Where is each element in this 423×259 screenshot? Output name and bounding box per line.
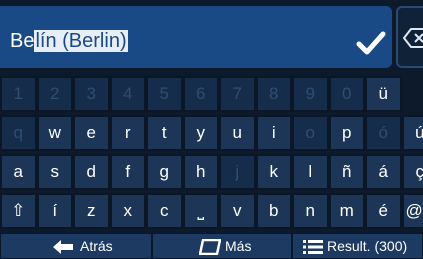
key-f[interactable]: f <box>109 154 146 190</box>
search-input-text: Belín (Berlin) <box>10 28 128 54</box>
key-w[interactable]: w <box>36 115 73 151</box>
confirm-check-icon[interactable] <box>356 30 386 56</box>
key-k[interactable]: k <box>255 154 292 190</box>
key-í[interactable]: í <box>36 193 73 229</box>
key-8: 8 <box>255 76 292 112</box>
key-t[interactable]: t <box>146 115 183 151</box>
key-2: 2 <box>36 76 73 112</box>
key-@&[interactable]: @& <box>401 193 423 229</box>
results-button[interactable]: Result. (300) <box>292 233 423 259</box>
search-autocomplete-suggestion: lín (Berlin) <box>34 30 128 52</box>
key-4: 4 <box>109 76 146 112</box>
key-7: 7 <box>219 76 256 112</box>
key-l[interactable]: l <box>292 154 329 190</box>
bottom-bar: Atrás Más Result. (300) <box>0 233 423 259</box>
key-ñ[interactable]: ñ <box>328 154 365 190</box>
search-input[interactable]: Belín (Berlin) <box>0 6 392 68</box>
shift-key[interactable]: ⇧ <box>0 193 37 229</box>
key-0: 0 <box>328 76 365 112</box>
key-d[interactable]: d <box>73 154 110 190</box>
key-a[interactable]: a <box>0 154 37 190</box>
key-q: q <box>0 115 37 151</box>
back-button[interactable]: Atrás <box>0 233 152 259</box>
key-c[interactable]: c <box>146 193 183 229</box>
key-5: 5 <box>146 76 183 112</box>
key-u[interactable]: u <box>219 115 256 151</box>
key-o: o <box>292 115 329 151</box>
more-shape-icon <box>199 239 221 255</box>
key-b[interactable]: b <box>255 193 292 229</box>
key-ú[interactable]: ú <box>401 115 423 151</box>
arrow-left-icon <box>53 240 73 254</box>
search-bar: Belín (Berlin) <box>0 0 423 74</box>
backspace-icon <box>403 28 423 48</box>
back-button-label: Atrás <box>80 238 113 254</box>
key-m[interactable]: m <box>328 193 365 229</box>
key-z[interactable]: z <box>73 193 110 229</box>
key-v[interactable]: v <box>219 193 256 229</box>
key-ü[interactable]: ü <box>365 76 402 112</box>
more-button-label: Más <box>225 238 252 254</box>
key-9: 9 <box>292 76 329 112</box>
key-i[interactable]: i <box>255 115 292 151</box>
space-key[interactable]: ⎵ <box>182 193 219 229</box>
keyboard: 1 2 3 4 5 6 7 8 9 0 ü q w e r t y u i o p ó ú a s d f g h j k l ñ á ç ⇧ í z x c… <box>0 76 423 232</box>
key-ç[interactable]: ç <box>401 154 423 190</box>
key-1: 1 <box>0 76 37 112</box>
backspace-button[interactable] <box>396 6 423 68</box>
key-á[interactable]: á <box>365 154 402 190</box>
key-y[interactable]: y <box>182 115 219 151</box>
key-n[interactable]: n <box>292 193 329 229</box>
more-button[interactable]: Más <box>152 233 292 259</box>
key-x[interactable]: x <box>109 193 146 229</box>
key-p[interactable]: p <box>328 115 365 151</box>
key-é[interactable]: é <box>365 193 402 229</box>
search-typed-text: Be <box>10 30 35 52</box>
key-ó: ó <box>365 115 402 151</box>
key-h[interactable]: h <box>182 154 219 190</box>
shift-icon: ⇧ <box>11 201 26 220</box>
key-3: 3 <box>73 76 110 112</box>
list-icon <box>303 240 323 254</box>
key-r[interactable]: r <box>109 115 146 151</box>
space-icon: ⎵ <box>197 201 205 220</box>
key-s[interactable]: s <box>36 154 73 190</box>
key-6: 6 <box>182 76 219 112</box>
key-e[interactable]: e <box>73 115 110 151</box>
results-button-label: Result. (300) <box>327 238 408 254</box>
key-j: j <box>219 154 256 190</box>
key-g[interactable]: g <box>146 154 183 190</box>
